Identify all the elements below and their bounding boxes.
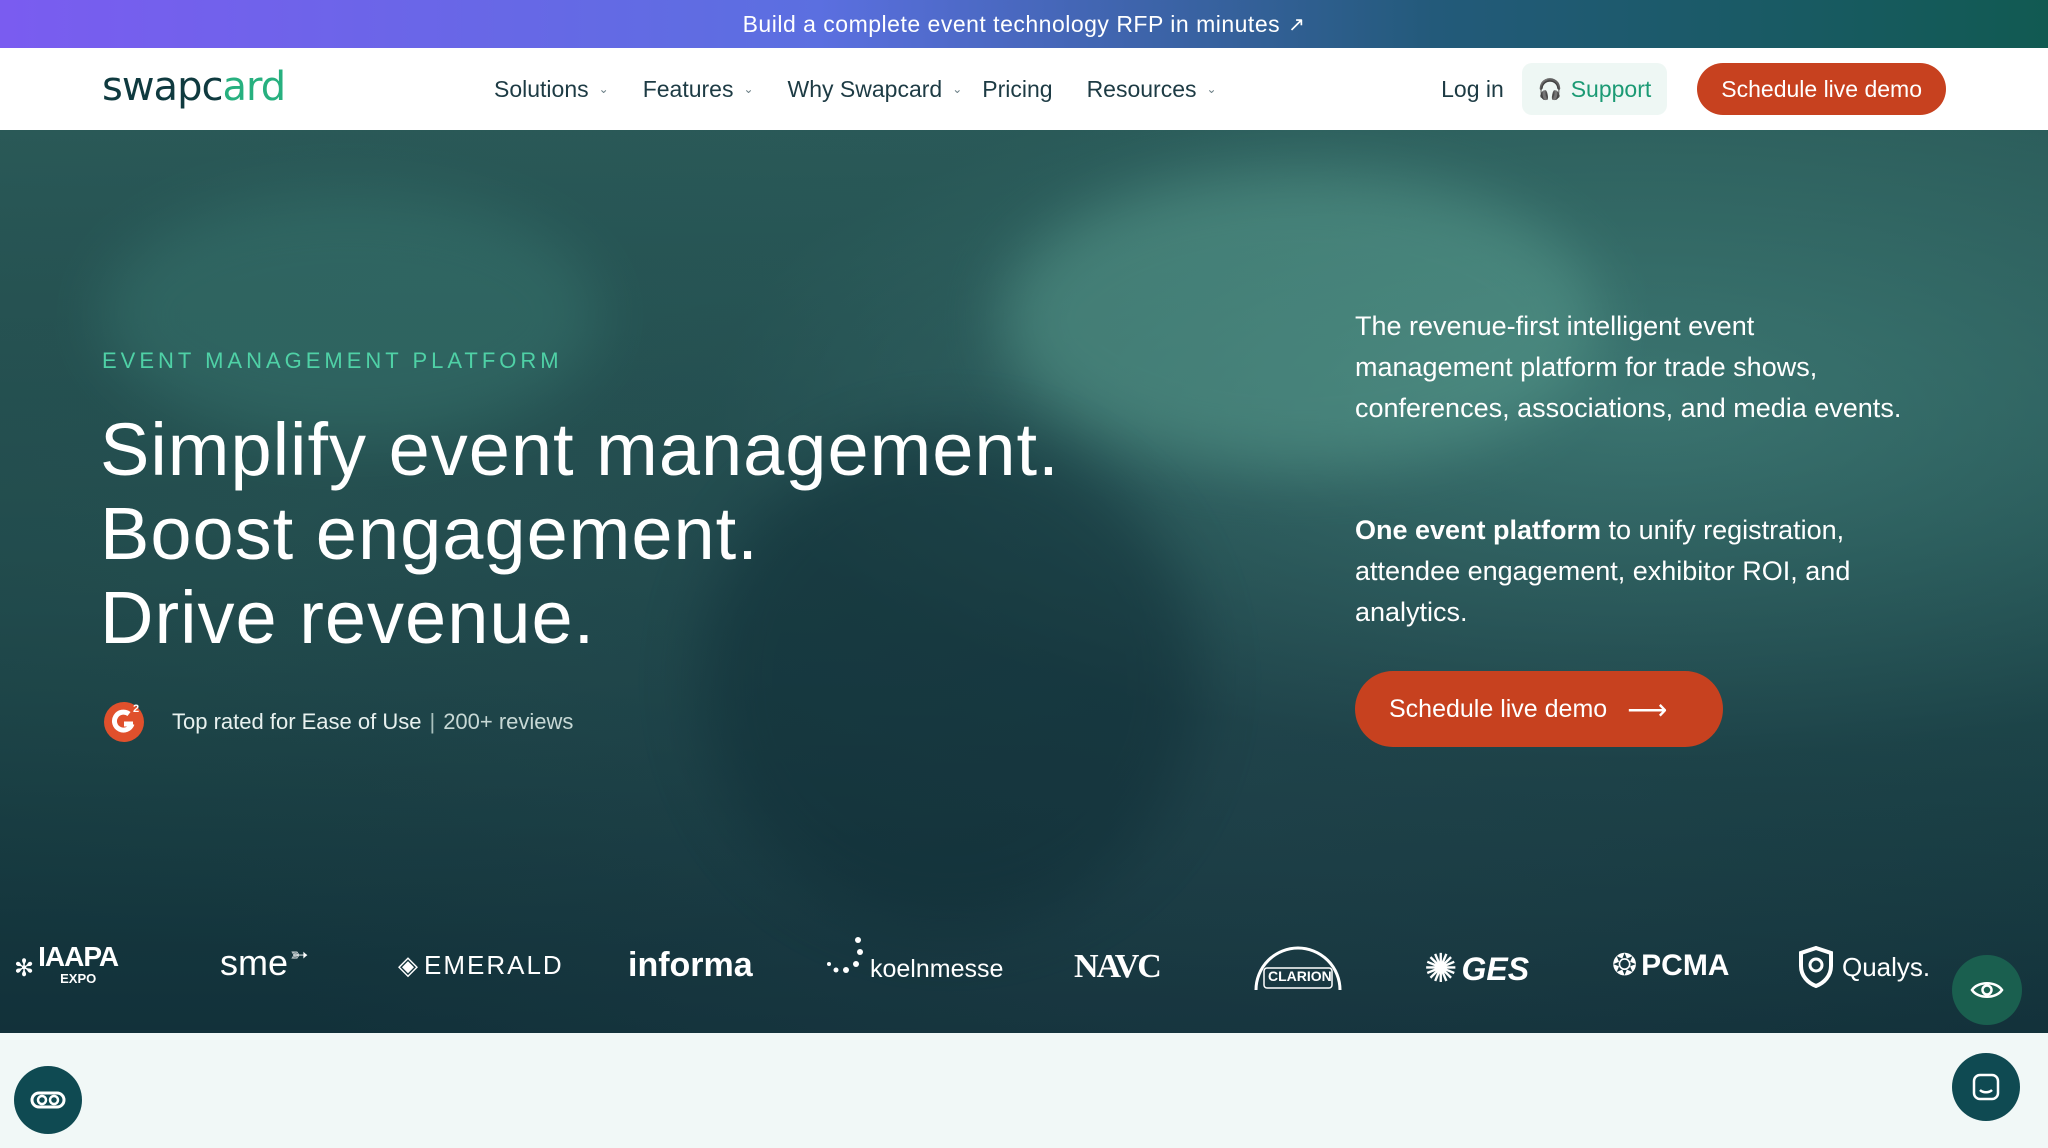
support-button[interactable]: 🎧 Support — [1521, 63, 1668, 115]
sme-swoosh-icon: ➳ — [290, 942, 309, 967]
logo-informa: informa — [628, 946, 753, 985]
nav-item-features[interactable]: Features ⌄ — [643, 76, 754, 103]
rating-separator: | — [429, 709, 436, 734]
iaapa-sub: EXPO — [60, 971, 97, 986]
hero-description: The revenue-first intelligent event mana… — [1355, 311, 1902, 423]
clarion-text: CLARION — [1268, 968, 1332, 984]
nav-item-label: Why Swapcard — [787, 75, 943, 102]
iaapa-text: IAAPA — [38, 941, 119, 972]
logo-sme: sme ➳ — [220, 942, 308, 984]
g2-rating: 2 Top rated for Ease of Use | 200+ revie… — [102, 700, 573, 744]
logo-navc: NAVC — [1074, 948, 1162, 986]
hero-headline: Simplify event management. Boost engagem… — [100, 408, 1060, 660]
qualys-shield-icon — [1799, 946, 1833, 988]
logo-text-accent: ard — [222, 64, 286, 110]
chevron-down-icon: ⌄ — [598, 82, 609, 96]
schedule-demo-button-hero[interactable]: Schedule live demo ⟶ — [1355, 671, 1723, 747]
chat-icon — [1972, 1073, 2000, 1101]
rating-text: Top rated for Ease of Use — [172, 709, 422, 734]
navc-text: NAVC — [1074, 948, 1162, 985]
pcma-globe-icon: ❂ — [1612, 949, 1638, 982]
sme-text: sme — [220, 942, 289, 983]
nav-menu: Solutions ⌄ Features ⌄ Why Swapcard ⌄ Pr… — [494, 48, 1251, 130]
logo-text-main: swapc — [102, 64, 223, 110]
top-nav: swapcard Solutions ⌄ Features ⌄ Why Swap… — [0, 48, 2048, 130]
arrow-right-icon: ⟶ — [1627, 693, 1668, 725]
logo-emerald: ◈ EMERALD — [398, 950, 564, 981]
hero-eyebrow: EVENT MANAGEMENT PLATFORM — [102, 348, 563, 373]
qualys-text: Qualys. — [1842, 951, 1931, 982]
logo-koelnmesse: koelnmesse — [826, 934, 1003, 984]
rating-reviews: 200+ reviews — [443, 709, 574, 734]
nav-item-label: Features — [642, 75, 734, 102]
swapcard-logo[interactable]: swapcard — [102, 64, 286, 114]
svg-text:2: 2 — [133, 703, 139, 715]
chevron-down-icon: ⌄ — [1206, 82, 1217, 96]
chat-launcher-button[interactable] — [1952, 1053, 2020, 1121]
headline-line-2: Boost engagement. — [100, 492, 759, 575]
nav-item-why-swapcard[interactable]: Why Swapcard ⌄ — [788, 76, 963, 103]
nav-item-pricing[interactable]: Pricing — [982, 76, 1052, 103]
hero-demo-label: Schedule live demo — [1389, 694, 1608, 723]
nav-item-label: Solutions — [494, 75, 589, 102]
chevron-down-icon: ⌄ — [743, 82, 754, 96]
arrow-up-right-icon: ↗ — [1288, 13, 1306, 36]
asterisk-icon: ✻ — [14, 954, 35, 982]
accessibility-menu-button[interactable] — [14, 1066, 82, 1134]
hero-section: EVENT MANAGEMENT PLATFORM Simplify event… — [0, 130, 2048, 1033]
nav-item-label: Pricing — [982, 75, 1053, 102]
headline-line-3: Drive revenue. — [100, 576, 596, 659]
headline-line-1: Simplify event management. — [100, 408, 1060, 491]
hero-background-glow-left — [100, 190, 600, 440]
customer-logos-row: ✻ IAAPA EXPO sme ➳ ◈ EMERALD informa koe… — [0, 904, 2048, 1024]
nav-item-label: Resources — [1086, 75, 1197, 102]
logo-qualys: Qualys. — [1798, 946, 1930, 988]
logo-pcma: ❂ PCMA — [1612, 948, 1729, 983]
logo-ges: ✺ GES — [1424, 946, 1529, 992]
nav-actions: Log in 🎧 Support Schedule live demo — [1441, 48, 1946, 130]
eye-icon — [1970, 982, 2004, 998]
ges-text: GES — [1461, 950, 1530, 987]
chevron-down-icon: ⌄ — [952, 82, 963, 96]
koelnmesse-dots-icon — [827, 937, 863, 973]
ges-globe-icon: ✺ — [1424, 947, 1458, 991]
logo-clarion: CLARION — [1250, 938, 1346, 994]
nav-item-solutions[interactable]: Solutions ⌄ — [494, 76, 609, 103]
infinity-toggle-icon — [30, 1091, 66, 1109]
lede-bold: One event platform — [1355, 515, 1602, 545]
schedule-demo-button-nav[interactable]: Schedule live demo — [1697, 63, 1946, 115]
pcma-text: PCMA — [1641, 948, 1730, 982]
accessibility-view-button[interactable] — [1952, 955, 2022, 1025]
emerald-gem-icon: ◈ — [398, 950, 418, 980]
koelnmesse-text: koelnmesse — [870, 954, 1004, 983]
announcement-text[interactable]: Build a complete event technology RFP in… — [743, 11, 1281, 38]
g2-logo-icon: 2 — [104, 702, 144, 742]
login-link[interactable]: Log in — [1441, 76, 1504, 103]
clarion-arc-icon — [1254, 946, 1342, 991]
informa-text: informa — [628, 946, 753, 984]
logo-iaapa: ✻ IAAPA EXPO — [14, 941, 119, 990]
announcement-bar[interactable]: Build a complete event technology RFP in… — [0, 0, 2048, 48]
support-label: Support — [1570, 75, 1652, 102]
headset-icon: 🎧 — [1537, 78, 1563, 101]
nav-item-resources[interactable]: Resources ⌄ — [1087, 76, 1217, 103]
hero-description-secondary: One event platform to unify registration… — [1355, 510, 1915, 633]
emerald-text: EMERALD — [424, 950, 564, 980]
